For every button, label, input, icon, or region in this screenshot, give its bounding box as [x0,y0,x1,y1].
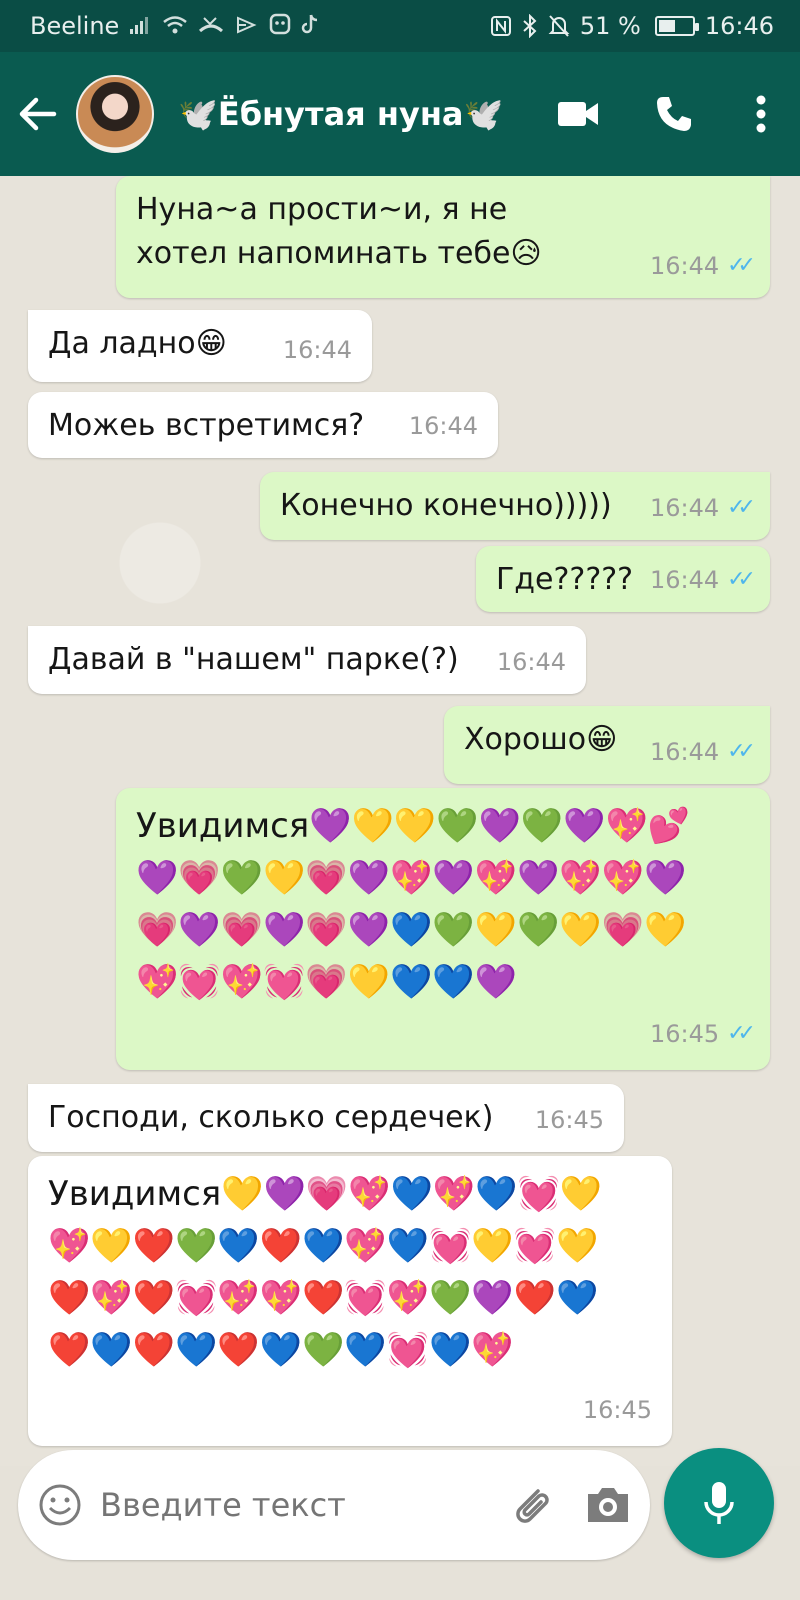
wifi-icon [162,15,187,33]
video-call-icon [558,102,598,126]
message-meta: 16:44 ✓✓ [649,730,756,774]
message-time: 16:44 [496,648,566,676]
message-time: 16:45 [534,1106,604,1134]
message-bubble-outgoing[interactable]: Где????? 16:44 ✓✓ [476,546,770,612]
message-time: 16:44 [649,494,720,522]
battery-level [658,20,676,32]
message-text: Господи, сколько сердечек) [48,1100,494,1135]
status-left: Beeline [30,12,319,40]
message-time: 16:44 [649,252,720,280]
message-meta: 16:44 ✓✓ [649,558,756,602]
message-time: 16:44 [649,738,720,766]
message-text: Нуна~а прости~и, я не хотел напоминать т… [136,192,542,271]
message-bubble-incoming[interactable]: Да ладно😁 16:44 [28,310,372,382]
message-meta: 16:44 ✓✓ [649,486,756,530]
arrow-left-icon [19,97,57,131]
status-right: 51 % 16:46 [490,12,774,40]
message-text: Увидимся💜💛💛💚💜💚💜💖💕💜💗💚💛💗💜💖💜💖💜💖💖💜💗💜💗💜💗💜💙💚💛💚… [136,806,691,1002]
nfc-icon [490,16,511,36]
read-ticks-icon: ✓✓ [727,739,756,764]
battery-icon [654,16,699,36]
more-options-button[interactable] [722,52,800,176]
emoji-icon[interactable] [38,1483,82,1527]
missed-call-icon [199,16,224,32]
mute-icon [548,15,570,37]
chat-header: 🕊️Ёбнутая нуна🕊️ [0,52,800,176]
message-bubble-incoming[interactable]: Увидимся💛💜💗💖💙💖💙💓💛💖💛❤️💚💙❤️💙💖💙💓💛💓💛❤️💖❤️💓💖💖… [28,1156,672,1446]
message-bubble-incoming[interactable]: Можеь встретимся? 16:44 [28,392,498,458]
message-text: Увидимся💛💜💗💖💙💖💙💓💛💖💛❤️💚💙❤️💙💖💙💓💛💓💛❤️💖❤️💓💖💖… [48,1174,603,1370]
battery-percent: 51 % [579,12,641,40]
read-ticks-icon: ✓✓ [727,567,756,592]
message-bubble-outgoing[interactable]: Увидимся💜💛💛💚💜💚💜💖💕💜💗💚💛💗💜💖💜💖💜💖💖💜💗💜💗💜💗💜💙💚💛💚… [116,788,770,1070]
more-icon [756,95,766,133]
carrier-name: Beeline [30,12,120,40]
phone-icon [657,97,691,131]
video-call-button[interactable] [530,52,626,176]
message-time: 16:44 [282,336,352,364]
message-bubble-outgoing[interactable]: Конечно конечно))))) 16:44 ✓✓ [260,472,770,540]
play-icon [237,15,257,34]
voice-call-button[interactable] [626,52,722,176]
message-bubble-incoming[interactable]: Давай в "нашем" парке(?) 16:44 [28,626,586,694]
message-meta: 16:45 ✓✓ [649,1008,756,1060]
message-text: Давай в "нашем" парке(?) [48,642,459,677]
paperclip-icon[interactable] [508,1481,556,1529]
camera-icon[interactable] [584,1484,632,1526]
contact-name[interactable]: 🕊️Ёбнутая нуна🕊️ [178,95,530,133]
message-time: 16:44 [649,566,720,594]
notification-icons [129,13,319,40]
back-button[interactable] [0,52,76,176]
status-bar: Beeline 51 % 16:46 [0,0,800,52]
header-actions [530,52,800,176]
message-composer [18,1450,650,1560]
message-time: 16:45 [582,1396,652,1424]
message-bubble-outgoing[interactable]: Хорошо😁 16:44 ✓✓ [444,706,770,784]
tiktok-icon [301,14,318,33]
contact-avatar[interactable] [76,75,154,153]
message-bubble-outgoing[interactable]: Нуна~а прости~и, я не хотел напоминать т… [116,176,770,298]
message-input[interactable] [100,1486,508,1524]
message-meta: 16:44 ✓✓ [649,244,756,288]
mic-icon [704,1482,734,1524]
signal-icon [130,16,149,34]
message-time: 16:44 [408,412,478,440]
read-ticks-icon: ✓✓ [727,495,756,520]
message-time: 16:45 [649,1020,720,1048]
read-ticks-icon: ✓✓ [727,253,756,278]
clock: 16:46 [704,12,774,40]
bluetooth-icon [523,14,537,38]
shield-icon [269,13,290,34]
read-ticks-icon: ✓✓ [727,1021,756,1046]
message-list[interactable]: Нуна~а прости~и, я не хотел напоминать т… [0,176,800,1466]
message-bubble-incoming[interactable]: Господи, сколько сердечек) 16:45 [28,1084,624,1152]
voice-record-button[interactable] [664,1448,774,1558]
